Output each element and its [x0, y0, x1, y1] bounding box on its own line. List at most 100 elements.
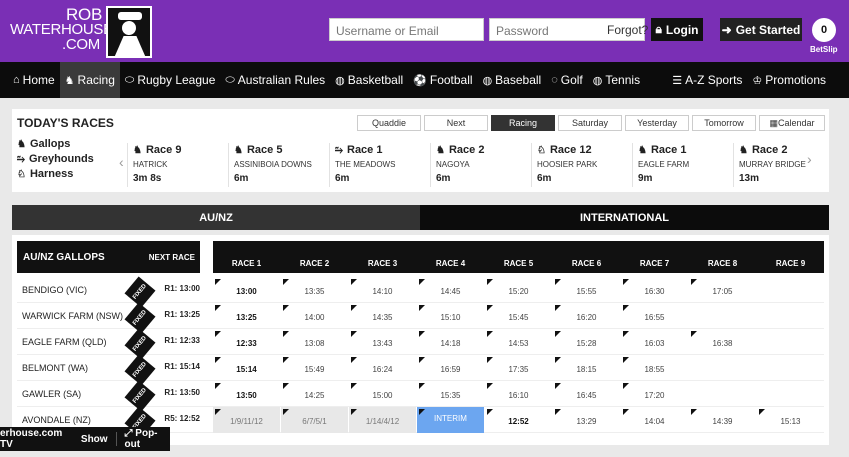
race-cell[interactable]: 13:00 [213, 277, 280, 303]
race-cell[interactable]: 15:55 [553, 277, 620, 303]
venue-name[interactable]: AVONDALE (NZ) [22, 415, 91, 425]
race-cell[interactable]: 15:20 [485, 277, 552, 303]
next-race-time[interactable]: R1: 13:25 [164, 310, 200, 319]
race-cell[interactable]: 16:30 [621, 277, 688, 303]
tv-show-button[interactable]: Show [81, 434, 108, 445]
race-cell[interactable]: 17:35 [485, 355, 552, 381]
username-input[interactable]: Username or Email [329, 18, 484, 41]
race-cell[interactable]: 15:35 [417, 381, 484, 407]
nav-item-baseball[interactable]: ◍ Baseball [478, 62, 547, 98]
next-race-card[interactable]: ⥲ Race 1 THE MEADOWS 6m [329, 143, 429, 187]
nav-item-rugby-league[interactable]: ⬭ Rugby League [120, 62, 220, 98]
tab-tomorrow[interactable]: Tomorrow [692, 115, 756, 131]
betslip-count[interactable]: 0 [812, 18, 836, 42]
race-cell[interactable]: 14:35 [349, 303, 416, 329]
tab-quaddie[interactable]: Quaddie [357, 115, 421, 131]
venue-name[interactable]: BENDIGO (VIC) [22, 285, 87, 295]
race-cell[interactable]: 14:00 [281, 303, 348, 329]
get-started-button[interactable]: ➜ Get Started [720, 18, 802, 41]
race-cell[interactable]: 14:04 [621, 407, 688, 433]
race-cell[interactable]: 16:38 [689, 329, 756, 355]
nav-item-basketball[interactable]: ◍ Basketball [330, 62, 408, 98]
nav-item-a-z-sports[interactable]: ☰ A-Z Sports [667, 62, 747, 98]
next-race-time[interactable]: R5: 12:52 [164, 414, 200, 423]
race-cell[interactable]: 13:43 [349, 329, 416, 355]
brand-logo[interactable]: ROB WATERHOUSE .COM [10, 6, 113, 52]
interim-cell[interactable]: INTERIM [417, 407, 484, 433]
race-cell[interactable]: 16:24 [349, 355, 416, 381]
tab-aunz[interactable]: AU/NZ [12, 205, 420, 230]
next-race-time[interactable]: R1: 13:00 [164, 284, 200, 293]
race-cell[interactable]: 6/7/5/1 [281, 407, 348, 433]
nav-item-promotions[interactable]: ♔ Promotions [747, 62, 831, 98]
race-cell[interactable]: 14:18 [417, 329, 484, 355]
venue-name[interactable]: GAWLER (SA) [22, 389, 81, 399]
tab-next[interactable]: Next [424, 115, 488, 131]
race-cell[interactable]: 16:10 [485, 381, 552, 407]
race-cell[interactable]: 17:05 [689, 277, 756, 303]
tab-yesterday[interactable]: Yesterday [625, 115, 689, 131]
nav-item-golf[interactable]: ◌ Golf [546, 62, 588, 98]
next-race-time[interactable]: R1: 13:50 [164, 388, 200, 397]
next-race-card[interactable]: ♞ Race 2 MURRAY BRIDGE 13m [733, 143, 833, 187]
race-cell[interactable]: 14:45 [417, 277, 484, 303]
login-button[interactable]: 🔒︎ Login [651, 18, 703, 41]
race-cell[interactable]: 13:25 [213, 303, 280, 329]
forgot-link[interactable]: Forgot? [607, 23, 648, 37]
venue-name[interactable]: BELMONT (WA) [22, 363, 88, 373]
race-cell[interactable]: 13:08 [281, 329, 348, 355]
race-cell[interactable]: 18:15 [553, 355, 620, 381]
venue-name[interactable]: WARWICK FARM (NSW) [22, 311, 123, 321]
race-cell[interactable]: 15:13 [757, 407, 824, 433]
race-cell[interactable]: 13:29 [553, 407, 620, 433]
next-race-card[interactable]: ♞ Race 1 EAGLE FARM 9m [632, 143, 732, 187]
race-cell[interactable]: 17:20 [621, 381, 688, 407]
next-race-time[interactable]: R1: 12:33 [164, 336, 200, 345]
next-race-card[interactable]: ♞ Race 5 ASSINIBOIA DOWNS 6m [228, 143, 328, 187]
filter-gallops[interactable]: ♞ Gallops [17, 138, 70, 150]
race-cell[interactable]: 16:03 [621, 329, 688, 355]
race-cell[interactable]: 14:10 [349, 277, 416, 303]
venue-name[interactable]: EAGLE FARM (QLD) [22, 337, 107, 347]
popout-button[interactable]: ⤢ Pop-out [125, 428, 170, 450]
betslip-label[interactable]: BetSlip [810, 45, 838, 54]
next-race-time[interactable]: R1: 15:14 [164, 362, 200, 371]
next-race-card[interactable]: ♞ Race 9 HATRICK 3m 8s [127, 143, 227, 187]
race-cell[interactable]: 16:20 [553, 303, 620, 329]
race-cell[interactable]: 18:55 [621, 355, 688, 381]
race-cell[interactable]: 14:53 [485, 329, 552, 355]
filter-greyhounds[interactable]: ⥲ Greyhounds [17, 153, 94, 165]
race-cell[interactable]: 15:14 [213, 355, 280, 381]
tab-calendar[interactable]: ▦ Calendar [759, 115, 825, 131]
nav-item-tennis[interactable]: ◍ Tennis [588, 62, 645, 98]
race-cell[interactable]: 16:55 [621, 303, 688, 329]
tab-racing[interactable]: Racing [491, 115, 555, 131]
race-cell[interactable]: 15:49 [281, 355, 348, 381]
next-race-card[interactable]: ♘ Race 12 HOOSIER PARK 6m [531, 143, 631, 187]
nav-item-football[interactable]: ⚽ Football [408, 62, 477, 98]
chevron-left-icon[interactable]: ‹ [119, 154, 124, 170]
tab-saturday[interactable]: Saturday [558, 115, 622, 131]
race-cell[interactable]: 15:28 [553, 329, 620, 355]
race-cell[interactable]: 13:35 [281, 277, 348, 303]
race-cell[interactable]: 13:50 [213, 381, 280, 407]
race-cell[interactable]: 15:10 [417, 303, 484, 329]
race-cell[interactable]: 1/9/11/12 [213, 407, 280, 433]
race-cell[interactable]: 15:45 [485, 303, 552, 329]
nav-item-australian-rules[interactable]: ⬭ Australian Rules [220, 62, 330, 98]
race-cell[interactable]: 14:39 [689, 407, 756, 433]
filter-harness[interactable]: ♘ Harness [17, 168, 73, 180]
race-cell[interactable]: 16:45 [553, 381, 620, 407]
brand-figure-icon[interactable] [106, 6, 152, 58]
race-cell[interactable]: 12:33 [213, 329, 280, 355]
race-cell[interactable]: 14:25 [281, 381, 348, 407]
race-cell[interactable]: 1/14/4/12 [349, 407, 416, 433]
chevron-right-icon[interactable]: › [807, 151, 812, 167]
next-race-card[interactable]: ♞ Race 2 NAGOYA 6m [430, 143, 530, 187]
nav-item-home[interactable]: ⌂ Home [8, 62, 60, 98]
race-cell[interactable]: 15:00 [349, 381, 416, 407]
tab-international[interactable]: INTERNATIONAL [420, 205, 829, 230]
nav-item-racing[interactable]: ♞ Racing [59, 62, 120, 98]
race-cell[interactable]: 16:59 [417, 355, 484, 381]
race-cell[interactable]: 12:52 [485, 407, 552, 433]
